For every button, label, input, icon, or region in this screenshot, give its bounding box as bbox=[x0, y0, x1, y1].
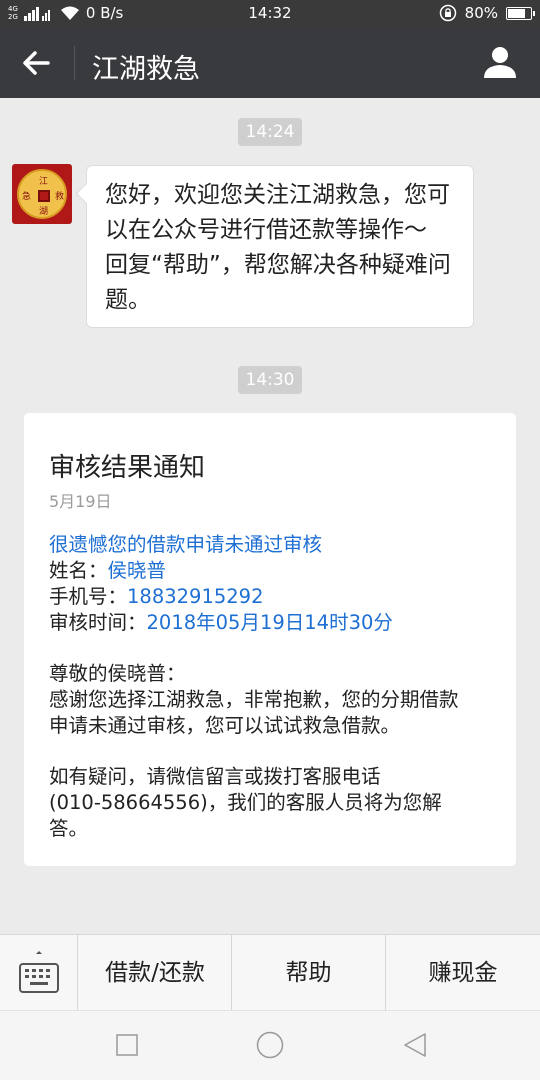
review-time-label: 审核时间： bbox=[49, 611, 147, 634]
user-icon[interactable] bbox=[482, 44, 518, 80]
bottom-menu: 借款/还款 帮助 赚现金 bbox=[0, 934, 540, 1011]
avatar-char-right: 救 bbox=[55, 192, 65, 202]
message-line: 回复“帮助”，帮您解决各种疑难问 bbox=[105, 252, 451, 278]
card-body-line: 感谢您选择江湖救急，非常抱歉，您的分期借款 bbox=[49, 688, 459, 711]
system-nav-bar bbox=[0, 1010, 540, 1080]
timestamp-pill: 14:24 bbox=[238, 118, 302, 146]
battery-fill bbox=[508, 8, 525, 18]
card-headline: 很遗憾您的借款申请未通过审核 bbox=[49, 533, 323, 556]
circle-icon[interactable] bbox=[256, 1031, 284, 1059]
keyboard-icon bbox=[19, 951, 59, 993]
message-line: 您好，欢迎您关注江湖救急，您可 bbox=[105, 182, 450, 208]
card-contact-line: (010-58664556)，我们的客服人员将为您解 bbox=[49, 791, 442, 814]
page-title: 江湖救急 bbox=[92, 54, 200, 85]
menu-item-earn-cash[interactable]: 赚现金 bbox=[386, 935, 540, 1011]
triangle-back-icon[interactable] bbox=[402, 1032, 428, 1058]
name-row: 姓名：侯晓普 bbox=[49, 554, 166, 583]
card-greeting: 尊敬的侯晓普： bbox=[49, 662, 186, 685]
avatar[interactable]: 江 湖 救 急 bbox=[12, 164, 72, 224]
nav-bar: 江湖救急 bbox=[0, 28, 540, 98]
keyboard-toggle-button[interactable] bbox=[0, 935, 78, 1011]
avatar-char-bottom: 湖 bbox=[39, 207, 49, 217]
message-line: 题。 bbox=[105, 287, 151, 313]
menu-item-loan-repay[interactable]: 借款/还款 bbox=[79, 935, 232, 1011]
name-label: 姓名： bbox=[49, 559, 108, 582]
status-right: 80% bbox=[439, 4, 535, 22]
battery-percent: 80% bbox=[464, 4, 498, 22]
card-body-line: 申请未通过审核，您可以试试救急借款。 bbox=[49, 714, 401, 737]
timestamp-pill: 14:30 bbox=[238, 366, 302, 394]
avatar-char-top: 江 bbox=[39, 177, 49, 187]
status-bar: 4G 2G 0 B/s 14:32 80% bbox=[0, 0, 540, 28]
back-arrow-icon[interactable] bbox=[18, 46, 54, 80]
review-time-value: 2018年05月19日14时30分 bbox=[146, 611, 393, 634]
notification-card[interactable]: 审核结果通知 5月19日 很遗憾您的借款申请未通过审核 姓名：侯晓普 手机号：1… bbox=[24, 413, 516, 866]
coin-logo: 江 湖 救 急 bbox=[17, 169, 67, 219]
welcome-message-bubble[interactable]: 您好，欢迎您关注江湖救急，您可 以在公众号进行借还款等操作～ 回复“帮助”，帮您… bbox=[86, 165, 474, 328]
avatar-char-left: 急 bbox=[22, 192, 32, 202]
card-contact-line: 如有疑问，请微信留言或拨打客服电话 bbox=[49, 765, 381, 788]
rotation-lock-icon bbox=[439, 4, 456, 22]
menu-item-help[interactable]: 帮助 bbox=[232, 935, 386, 1011]
square-icon[interactable] bbox=[116, 1034, 138, 1056]
card-title: 审核结果通知 bbox=[49, 453, 206, 483]
nav-divider bbox=[74, 46, 75, 80]
phone-row: 手机号：18832915292 bbox=[49, 580, 264, 609]
battery-icon bbox=[506, 6, 535, 20]
name-value: 侯晓普 bbox=[107, 559, 167, 582]
card-contact-line: 答。 bbox=[49, 817, 89, 840]
phone-value: 18832915292 bbox=[127, 585, 264, 608]
coin-hole bbox=[38, 190, 50, 202]
review-time-row: 审核时间：2018年05月19日14时30分 bbox=[49, 606, 393, 635]
card-date: 5月19日 bbox=[49, 492, 112, 511]
phone-label: 手机号： bbox=[49, 585, 128, 608]
message-line: 以在公众号进行借还款等操作～ bbox=[105, 217, 427, 243]
